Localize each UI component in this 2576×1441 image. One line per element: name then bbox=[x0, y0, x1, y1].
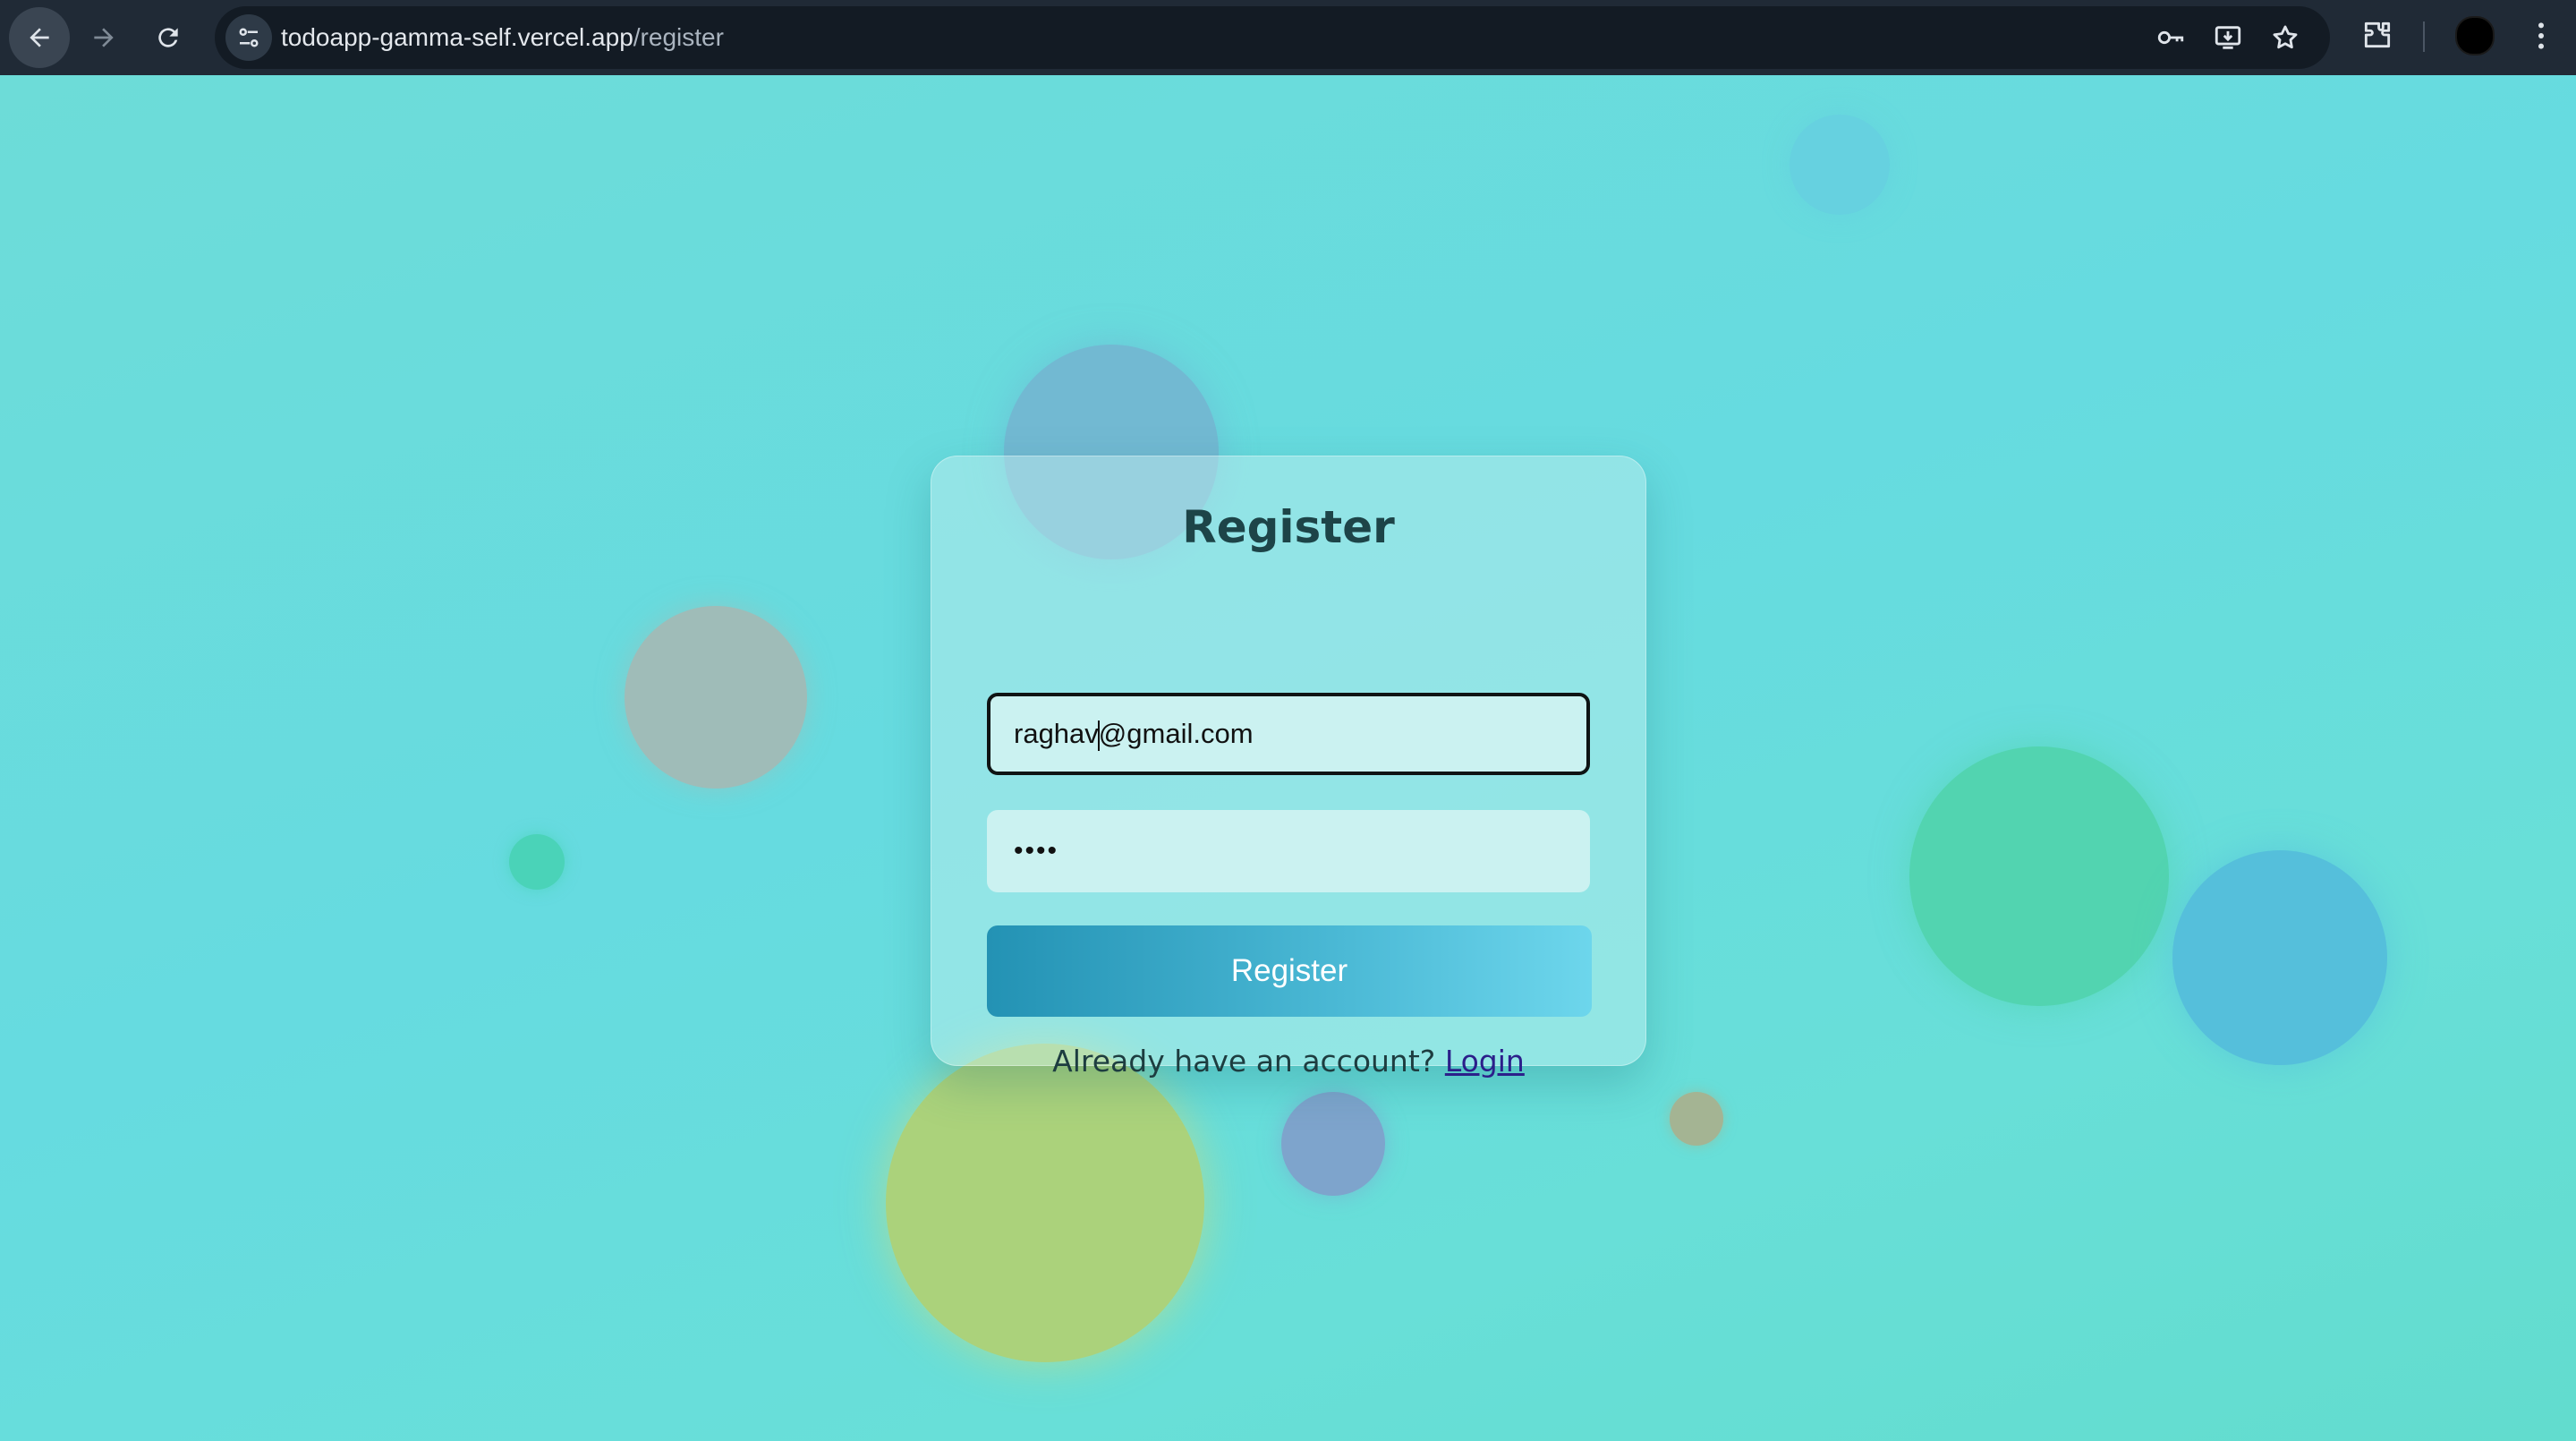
forward-arrow-icon bbox=[94, 28, 114, 47]
password-key-icon bbox=[2157, 30, 2184, 45]
decorative-bubble bbox=[625, 606, 807, 789]
bookmark-button[interactable] bbox=[2269, 21, 2301, 54]
login-link[interactable]: Login bbox=[1445, 1044, 1525, 1079]
decorative-bubble bbox=[2172, 850, 2387, 1065]
password-key-button[interactable] bbox=[2155, 21, 2187, 54]
url-text[interactable]: todoapp-gamma-self.vercel.app/register bbox=[281, 6, 724, 69]
login-prompt: Already have an account? Login bbox=[931, 1044, 1645, 1079]
url-path: /register bbox=[633, 23, 724, 51]
login-prompt-text: Already have an account? bbox=[1052, 1044, 1436, 1079]
reload-button[interactable] bbox=[138, 7, 199, 68]
profile-avatar[interactable] bbox=[2455, 16, 2495, 55]
register-button[interactable]: Register bbox=[987, 925, 1592, 1017]
email-value-start: raghav bbox=[1014, 718, 1099, 749]
more-menu-button[interactable] bbox=[2523, 18, 2559, 54]
bookmark-star-icon bbox=[2273, 25, 2298, 49]
install-app-icon bbox=[2215, 26, 2241, 49]
decorative-bubble bbox=[886, 1044, 1204, 1362]
install-app-button[interactable] bbox=[2212, 21, 2244, 54]
register-card: Register raghav@gmail.com •••• Register … bbox=[931, 456, 1646, 1079]
decorative-bubble bbox=[509, 834, 565, 890]
address-bar[interactable]: todoapp-gamma-self.vercel.app/register bbox=[215, 6, 2330, 69]
decorative-bubble bbox=[1670, 1092, 1723, 1146]
decorative-bubble bbox=[1909, 746, 2169, 1006]
email-field[interactable]: raghav@gmail.com bbox=[987, 693, 1590, 775]
decorative-bubble bbox=[1281, 1092, 1385, 1196]
extensions-button[interactable] bbox=[2360, 18, 2396, 54]
page-viewport: Register raghav@gmail.com •••• Register … bbox=[0, 75, 2576, 1441]
password-value: •••• bbox=[1014, 836, 1059, 865]
site-settings-button[interactable] bbox=[225, 14, 272, 61]
back-button[interactable] bbox=[9, 7, 70, 68]
decorative-bubble bbox=[1790, 115, 1890, 215]
extensions-icon bbox=[2364, 21, 2391, 48]
page-title: Register bbox=[1182, 501, 1395, 553]
back-arrow-icon bbox=[30, 28, 49, 47]
forward-button[interactable] bbox=[73, 7, 134, 68]
password-field[interactable]: •••• bbox=[987, 810, 1590, 892]
browser-toolbar: todoapp-gamma-self.vercel.app/register bbox=[0, 0, 2576, 75]
site-settings-icon bbox=[239, 28, 259, 47]
reload-icon bbox=[158, 28, 178, 47]
email-value-end: @gmail.com bbox=[1098, 718, 1254, 749]
more-menu-icon bbox=[2538, 22, 2544, 49]
url-host: todoapp-gamma-self.vercel.app bbox=[281, 23, 633, 51]
toolbar-divider bbox=[2423, 21, 2425, 52]
